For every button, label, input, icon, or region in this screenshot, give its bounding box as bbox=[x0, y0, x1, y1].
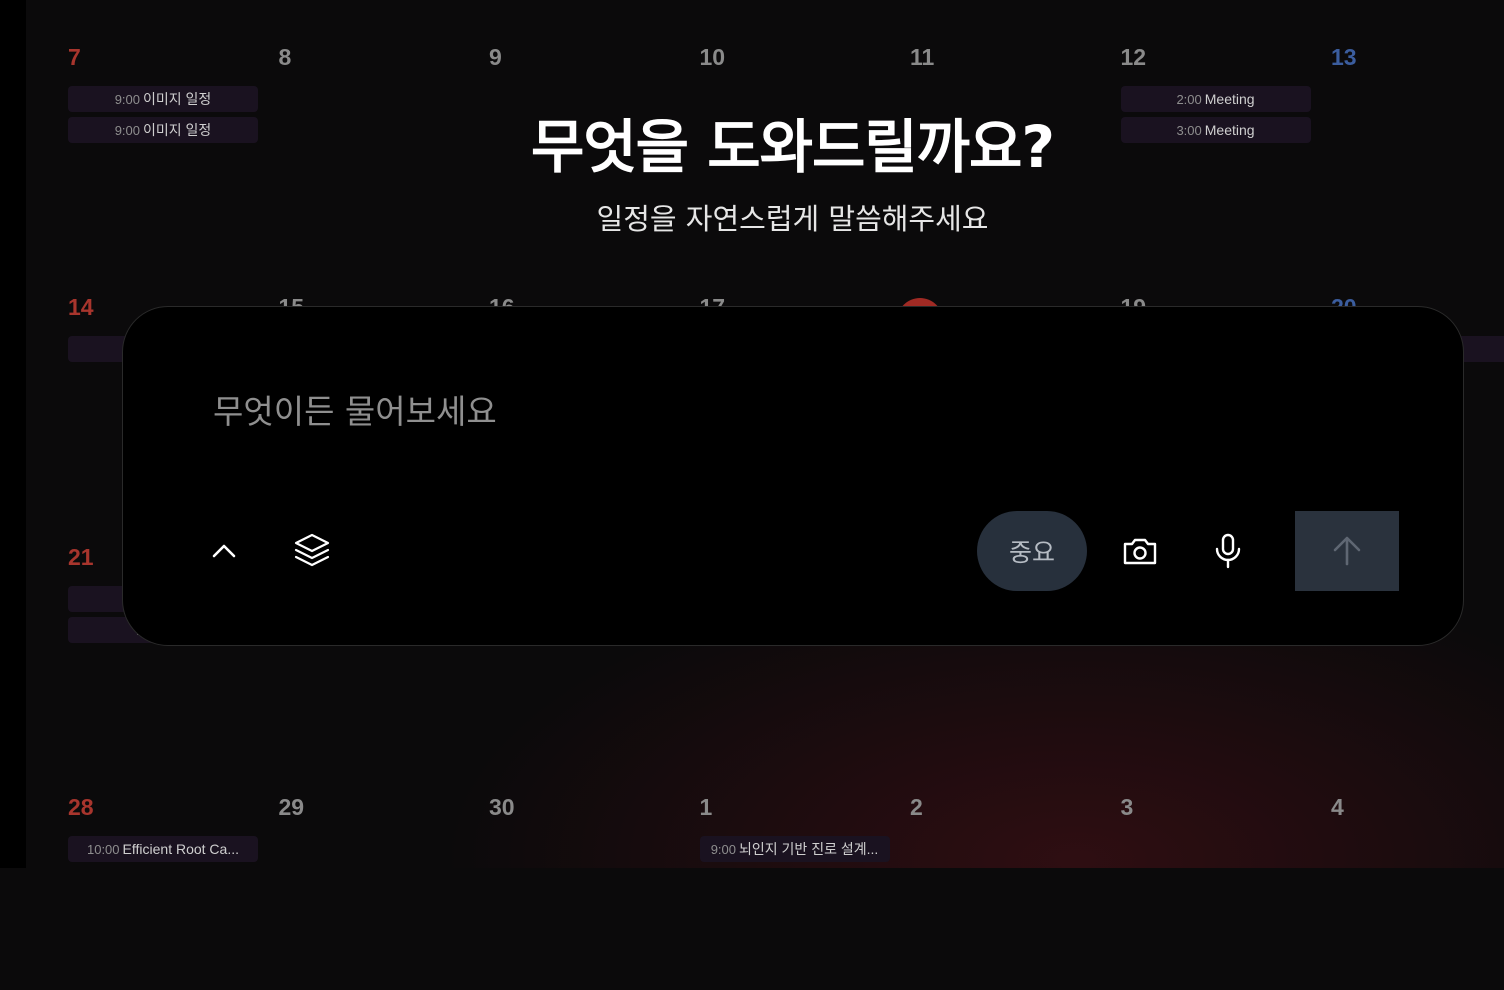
calendar-day[interactable]: 29 bbox=[263, 750, 463, 990]
day-number: 12 bbox=[1120, 44, 1147, 70]
microphone-button[interactable] bbox=[1203, 526, 1253, 576]
page-title: 무엇을 도와드릴까요? bbox=[530, 113, 1055, 181]
day-number: 2 bbox=[910, 794, 923, 820]
day-number: 3 bbox=[1120, 794, 1134, 820]
important-toggle-button[interactable]: 중요 bbox=[977, 511, 1087, 591]
day-number: 13 bbox=[1331, 44, 1357, 70]
prompt-input[interactable] bbox=[213, 387, 1313, 435]
layers-icon bbox=[294, 533, 330, 567]
layers-button[interactable] bbox=[287, 526, 337, 576]
chevron-up-icon bbox=[212, 544, 236, 558]
event-title: Efficient Root Ca... bbox=[122, 841, 239, 857]
calendar-day[interactable]: 28 10:00 Efficient Root Ca... bbox=[52, 750, 258, 990]
calendar-day[interactable]: 2 bbox=[894, 750, 1094, 990]
arrow-up-icon bbox=[1333, 536, 1361, 566]
calendar-day[interactable]: 3 bbox=[1105, 750, 1305, 990]
day-number: 8 bbox=[278, 44, 292, 70]
day-number: 28 bbox=[68, 794, 94, 820]
day-number: 9 bbox=[489, 44, 502, 70]
expand-button[interactable] bbox=[199, 526, 249, 576]
day-number: 14 bbox=[68, 294, 94, 320]
event-time: 9:00 bbox=[710, 842, 737, 857]
camera-button[interactable] bbox=[1115, 526, 1165, 576]
day-number: 11 bbox=[910, 44, 935, 70]
send-button[interactable] bbox=[1295, 511, 1399, 591]
event-title: 뇌인지 기반 진로 설계... bbox=[739, 841, 879, 857]
day-number: 4 bbox=[1331, 794, 1344, 820]
day-number: 10 bbox=[699, 44, 726, 70]
day-number: 29 bbox=[278, 794, 305, 820]
calendar-event[interactable]: 9:00 뇌인지 기반 진로 설계... bbox=[699, 836, 890, 862]
day-number: 21 bbox=[68, 544, 94, 570]
page-subtitle: 일정을 자연스럽게 말씀해주세요 bbox=[596, 202, 989, 236]
calendar-day[interactable]: 4 bbox=[1315, 750, 1504, 990]
calendar-day[interactable]: 1 9:00 뇌인지 기반 진로 설계... bbox=[684, 750, 890, 990]
camera-icon bbox=[1123, 538, 1157, 565]
prompt-panel: 중요 bbox=[122, 306, 1464, 646]
day-number: 7 bbox=[68, 44, 81, 70]
day-number: 30 bbox=[489, 794, 515, 820]
microphone-icon bbox=[1215, 533, 1241, 569]
calendar-day[interactable]: 30 bbox=[473, 750, 673, 990]
day-number: 1 bbox=[699, 794, 713, 820]
calendar-event[interactable]: 10:00 Efficient Root Ca... bbox=[68, 836, 258, 862]
event-time: 10:00 bbox=[86, 842, 120, 857]
